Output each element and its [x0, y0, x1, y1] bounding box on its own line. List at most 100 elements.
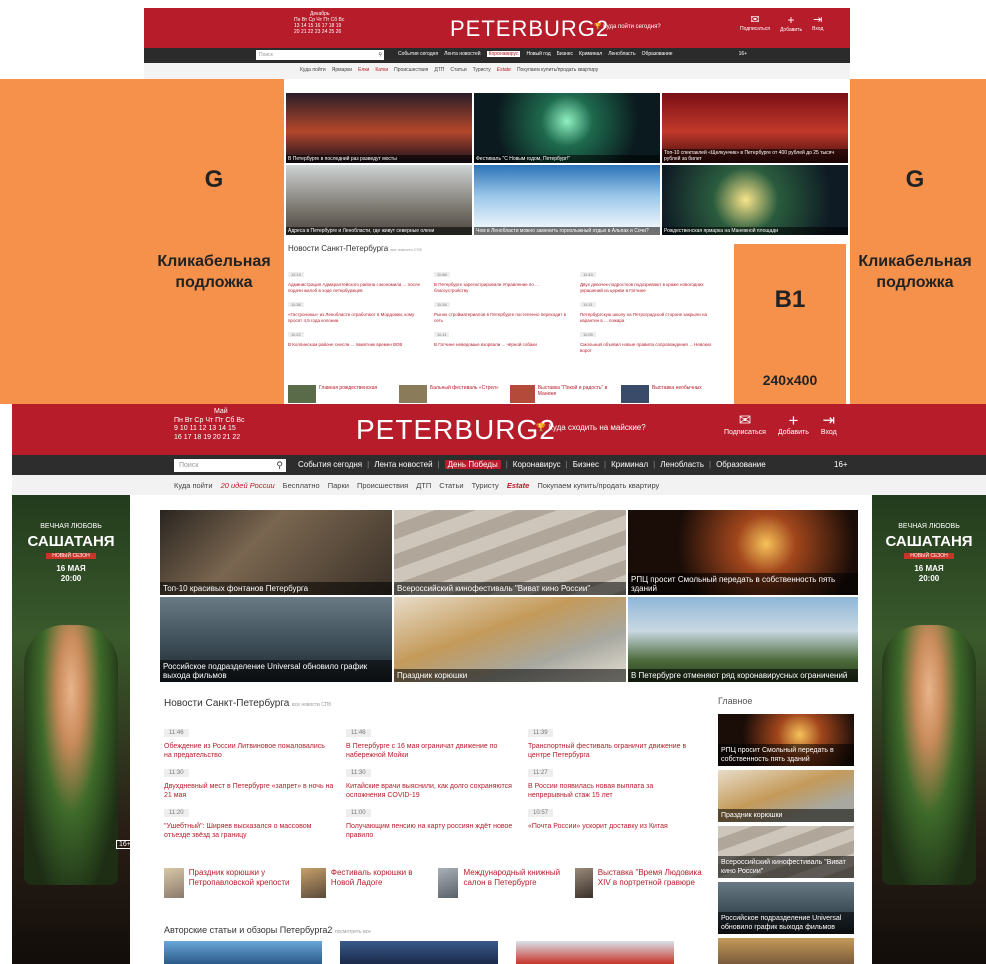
tile[interactable]: В Петербурге отменяют ряд коронавирусных…	[628, 597, 858, 682]
search-input[interactable]: Поиск ⚲	[174, 459, 286, 472]
all-news-link[interactable]: все новости СПб	[292, 702, 331, 708]
authors-all-link[interactable]: посмотреть все	[335, 929, 371, 935]
card[interactable]: Бальный фестиваль «Стрел»	[399, 385, 506, 404]
b1-banner[interactable]: B1 240x400	[734, 244, 846, 404]
news-headline[interactable]: Получающим пенсию на карту россиян ждёт …	[346, 822, 516, 840]
news-headline[interactable]: Транспортный фестиваль ограничит движени…	[528, 742, 698, 760]
news-headline[interactable]: Двух девочек-подростков подозревают в кр…	[580, 282, 714, 293]
news-item[interactable]: 11:30 Двухдневный мест в Петербурге «запр…	[164, 761, 334, 800]
news-headline[interactable]: В Гатчине неведомые взорвали ... чёрной …	[434, 342, 568, 348]
subnav-item[interactable]: Происшествия	[357, 481, 408, 490]
estate-logo[interactable]: Estate	[507, 481, 530, 490]
nav-item[interactable]: Бизнес	[557, 51, 573, 57]
subnav-item[interactable]: Ярмарки	[332, 67, 352, 73]
news-headline[interactable]: В Колпинском районе снесли ... памятник …	[288, 342, 422, 348]
nav-item[interactable]: Образование	[642, 51, 673, 57]
author-card-image[interactable]	[340, 941, 498, 964]
left-branding-zone[interactable]	[144, 79, 284, 404]
subnav-item[interactable]: ДТП	[434, 67, 444, 73]
news-item[interactable]: 11:58 В Петербурге зарегистрировали Управ…	[434, 263, 568, 293]
subnav-item[interactable]: Парки	[328, 481, 349, 490]
news-item[interactable]: 11:27 В России появилась новая выплата за…	[528, 761, 698, 800]
tile[interactable]: Праздник корюшки	[394, 597, 626, 682]
tile[interactable]: Топ-10 спектаклей «Щелкунчик» в Петербур…	[662, 93, 848, 163]
subnav-item[interactable]: Куда пойти	[300, 67, 326, 73]
subscribe-button[interactable]: ✉ Подписаться	[724, 413, 766, 437]
nav-item[interactable]: Лента новостей	[374, 460, 432, 469]
news-headline[interactable]: Обеждение из России Литвиновое пожаловал…	[164, 742, 334, 760]
news-item[interactable]: 11:05 Смольный объявил новые правила сопр…	[580, 323, 714, 353]
card[interactable]: Выставка "Покой и радость" в Манеже	[510, 385, 617, 404]
nav-item[interactable]: События сегодня	[398, 51, 438, 57]
news-item[interactable]: 11:20 "Ушебтный": Ширяев высказался о мас…	[164, 801, 334, 840]
nav-item[interactable]: Лента новостей	[444, 51, 480, 57]
search-icon[interactable]: ⚲	[378, 50, 382, 60]
nav-item-active[interactable]: Коронавирус	[486, 51, 521, 57]
news-item[interactable]: 11:30 Китайские врачи выяснили, как долго…	[346, 761, 516, 800]
news-headline[interactable]: В России появилась новая выплата за непр…	[528, 782, 698, 800]
nav-item[interactable]: Новый год	[526, 51, 550, 57]
card[interactable]: Фестиваль корюшки в Новой Ладоге	[301, 868, 430, 908]
nav-item[interactable]: Криминал	[611, 460, 648, 469]
news-headline[interactable]: «Гастрономы» из Ленобласти отработают в …	[288, 312, 422, 323]
subnav-item[interactable]: ДТП	[416, 481, 431, 490]
main-item[interactable]	[718, 938, 854, 964]
author-card-image[interactable]	[164, 941, 322, 964]
right-branding-ad[interactable]: ВЕЧНАЯ ЛЮБОВЬ САШАТАНЯ НОВЫЙ СЕЗОН 16 МА…	[872, 495, 986, 964]
left-branding-outer[interactable]	[0, 79, 144, 404]
news-item[interactable]: 11:43 Двух девочек-подростков подозревают…	[580, 263, 714, 293]
card[interactable]: Главная рождественская	[288, 385, 395, 404]
news-item[interactable]: 11:31 Петербургскую школу на Петроградско…	[580, 293, 714, 323]
add-button[interactable]: + Добавить	[780, 13, 802, 33]
nav-item[interactable]: Ленобласть	[660, 460, 704, 469]
calendar-widget[interactable]: Декабрь Пн Вт Ср Чт Пт Сб Вс 13 14 15 16…	[294, 11, 344, 35]
news-headline[interactable]: Рынок стройматериалов в Петербурге посте…	[434, 312, 568, 323]
card[interactable]: Выставка "Время Людовика XIV в портретно…	[575, 868, 704, 908]
estate-logo[interactable]: Estate	[497, 67, 511, 73]
news-item[interactable]: 11:22 В Колпинском районе снесли ... памя…	[288, 323, 422, 348]
card[interactable]: Выставка необычных	[621, 385, 728, 404]
subnav-item[interactable]: Елки	[358, 67, 369, 73]
news-item[interactable]: 11:11 В Гатчине неведомые взорвали ... чё…	[434, 323, 568, 348]
left-branding-ad[interactable]: ВЕЧНАЯ ЛЮБОВЬ САШАТАНЯ НОВЫЙ СЕЗОН 16 МА…	[12, 495, 130, 964]
right-branding-zone[interactable]	[850, 79, 986, 404]
header-question[interactable]: 🏆 Куда сходить на майские?	[536, 423, 646, 432]
header-question[interactable]: 🏆 Куда пойти сегодня?	[594, 23, 661, 30]
subnav-item[interactable]: Происшествия	[394, 67, 428, 73]
tile[interactable]: Всероссийский кинофестиваль "Виват кино …	[394, 510, 626, 595]
news-item[interactable]: 10:57 «Почта России» ускорит доставку из …	[528, 801, 698, 831]
news-item[interactable]: 11:39 Транспортный фестиваль ограничит дв…	[528, 721, 698, 760]
subnav-item[interactable]: Покупаем купить/продать квартиру	[517, 67, 598, 73]
subnav-item[interactable]: Статьи	[439, 481, 463, 490]
news-item[interactable]: 11:38 «Гастрономы» из Ленобласти отработа…	[288, 293, 422, 323]
news-headline[interactable]: Двухдневный мест в Петербурге «запрет» в…	[164, 782, 334, 800]
login-button[interactable]: ⇥ Вход	[821, 413, 837, 437]
main-item[interactable]: Российское подразделение Universal обнов…	[718, 882, 854, 934]
news-headline[interactable]: "Ушебтный": Ширяев высказался о массовом…	[164, 822, 334, 840]
tile[interactable]: В Петербурге в последний раз разведут мо…	[286, 93, 472, 163]
nav-item[interactable]: Криминал	[579, 51, 602, 57]
news-headline[interactable]: Администрация Адмиралтейского района сэк…	[288, 282, 422, 293]
subscribe-button[interactable]: ✉ Подписаться	[740, 13, 770, 33]
tile[interactable]: РПЦ просит Смольный передать в собственн…	[628, 510, 858, 595]
subnav-item[interactable]: Туристу	[472, 481, 499, 490]
calendar-widget[interactable]: Май Пн Вт Ср Чт Пт Сб Вс 9 10 11 12 13 1…	[174, 408, 245, 442]
login-button[interactable]: ⇥ Вход	[812, 13, 823, 33]
all-news-link[interactable]: все новости СПб	[390, 247, 421, 252]
tile[interactable]: Топ-10 красивых фонтанов Петербурга	[160, 510, 392, 595]
main-item[interactable]: Всероссийский кинофестиваль "Виват кино …	[718, 826, 854, 878]
subnav-item[interactable]: Катки	[375, 67, 388, 73]
card[interactable]: Международный книжный салон в Петербурге	[438, 868, 567, 908]
tile[interactable]: Рождественская ярмарка на Манежной площа…	[662, 165, 848, 235]
main-item[interactable]: Праздник корюшки	[718, 770, 854, 822]
search-icon[interactable]: ⚲	[276, 459, 283, 472]
search-input[interactable]: Поиск ⚲	[256, 50, 384, 60]
tile[interactable]: Российское подразделение Universal обнов…	[160, 597, 392, 682]
nav-item[interactable]: Бизнес	[573, 460, 599, 469]
news-item[interactable]: 11:46 В Петербурге с 16 мая ограничат дви…	[346, 721, 516, 760]
main-item[interactable]: РПЦ просит Смольный передать в собственн…	[718, 714, 854, 766]
news-headline[interactable]: В Петербурге с 16 мая ограничат движение…	[346, 742, 516, 760]
subnav-item[interactable]: Куда пойти	[174, 481, 213, 490]
subnav-item[interactable]: Туристу	[473, 67, 491, 73]
news-item[interactable]: 11:00 Получающим пенсию на карту россиян …	[346, 801, 516, 840]
